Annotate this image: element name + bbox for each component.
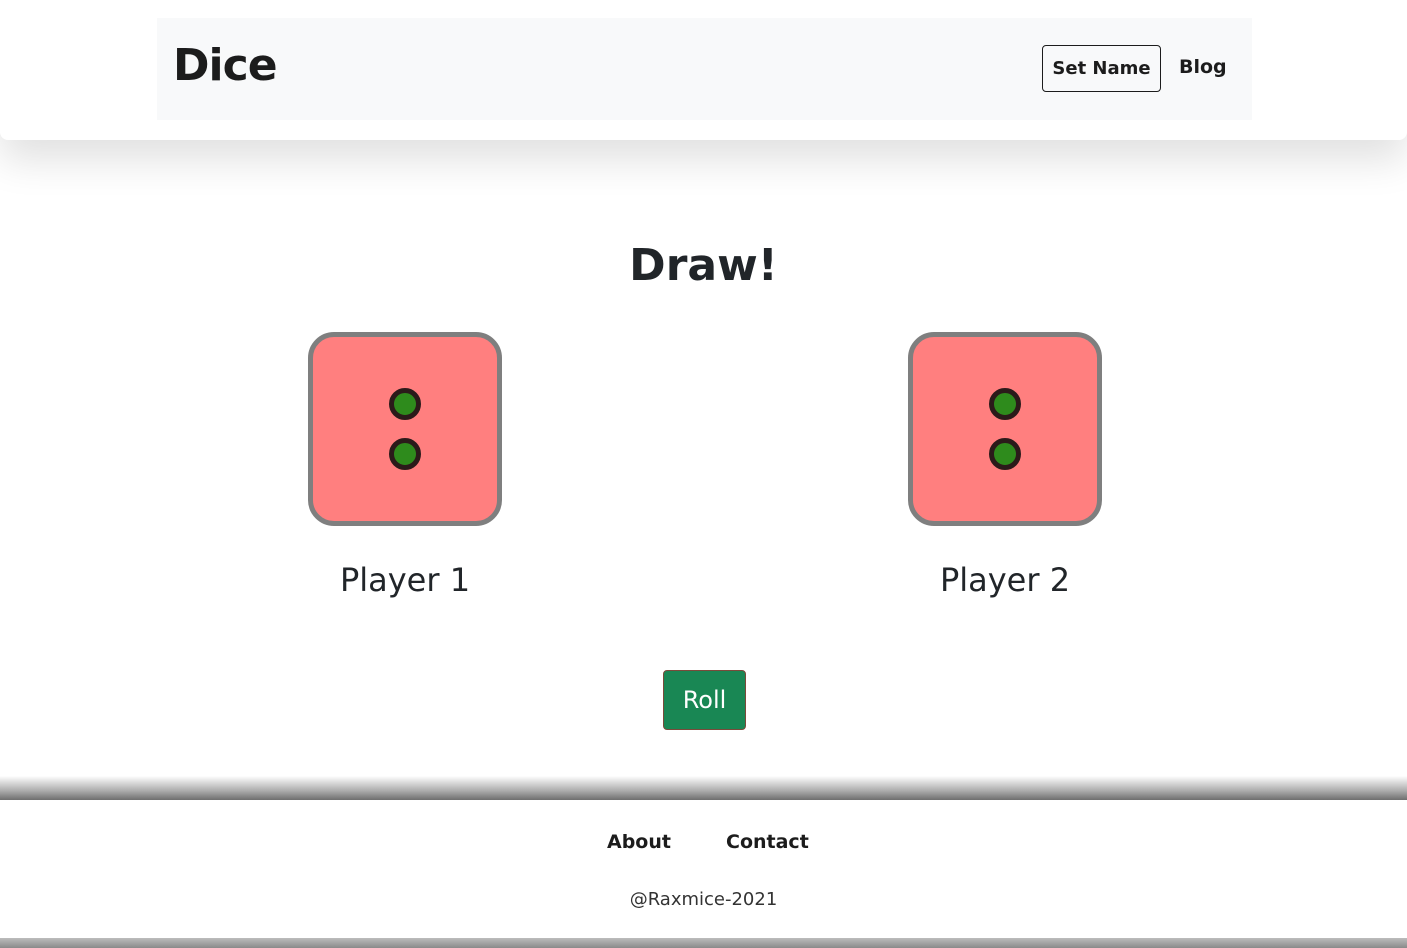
- blog-link[interactable]: Blog: [1179, 58, 1227, 77]
- footer-divider: [0, 776, 1407, 800]
- footer-link-about[interactable]: About: [607, 833, 671, 852]
- copyright-text: @Raxmice-2021: [629, 889, 778, 910]
- set-name-button[interactable]: Set Name: [1042, 45, 1161, 92]
- navbar: Dice Set Name Blog: [157, 18, 1252, 120]
- footer: About Contact @Raxmice-2021: [0, 800, 1407, 938]
- roll-button[interactable]: Roll: [663, 670, 746, 730]
- player-1-name: Player 1: [339, 561, 471, 599]
- result-title: Draw!: [629, 240, 778, 291]
- player-2-panel: Player 2: [908, 332, 1102, 599]
- footer-bottom-bar: [0, 938, 1407, 948]
- die-pip: [389, 388, 421, 420]
- brand-logo[interactable]: Dice: [173, 44, 278, 88]
- die-pip: [389, 438, 421, 470]
- player-1-panel: Player 1: [308, 332, 502, 599]
- player-1-die: [308, 332, 502, 526]
- player-2-die: [908, 332, 1102, 526]
- die-pip: [989, 438, 1021, 470]
- player-2-name: Player 2: [939, 561, 1071, 599]
- footer-link-contact[interactable]: Contact: [726, 833, 809, 852]
- die-pip: [989, 388, 1021, 420]
- header: Dice Set Name Blog: [0, 0, 1407, 140]
